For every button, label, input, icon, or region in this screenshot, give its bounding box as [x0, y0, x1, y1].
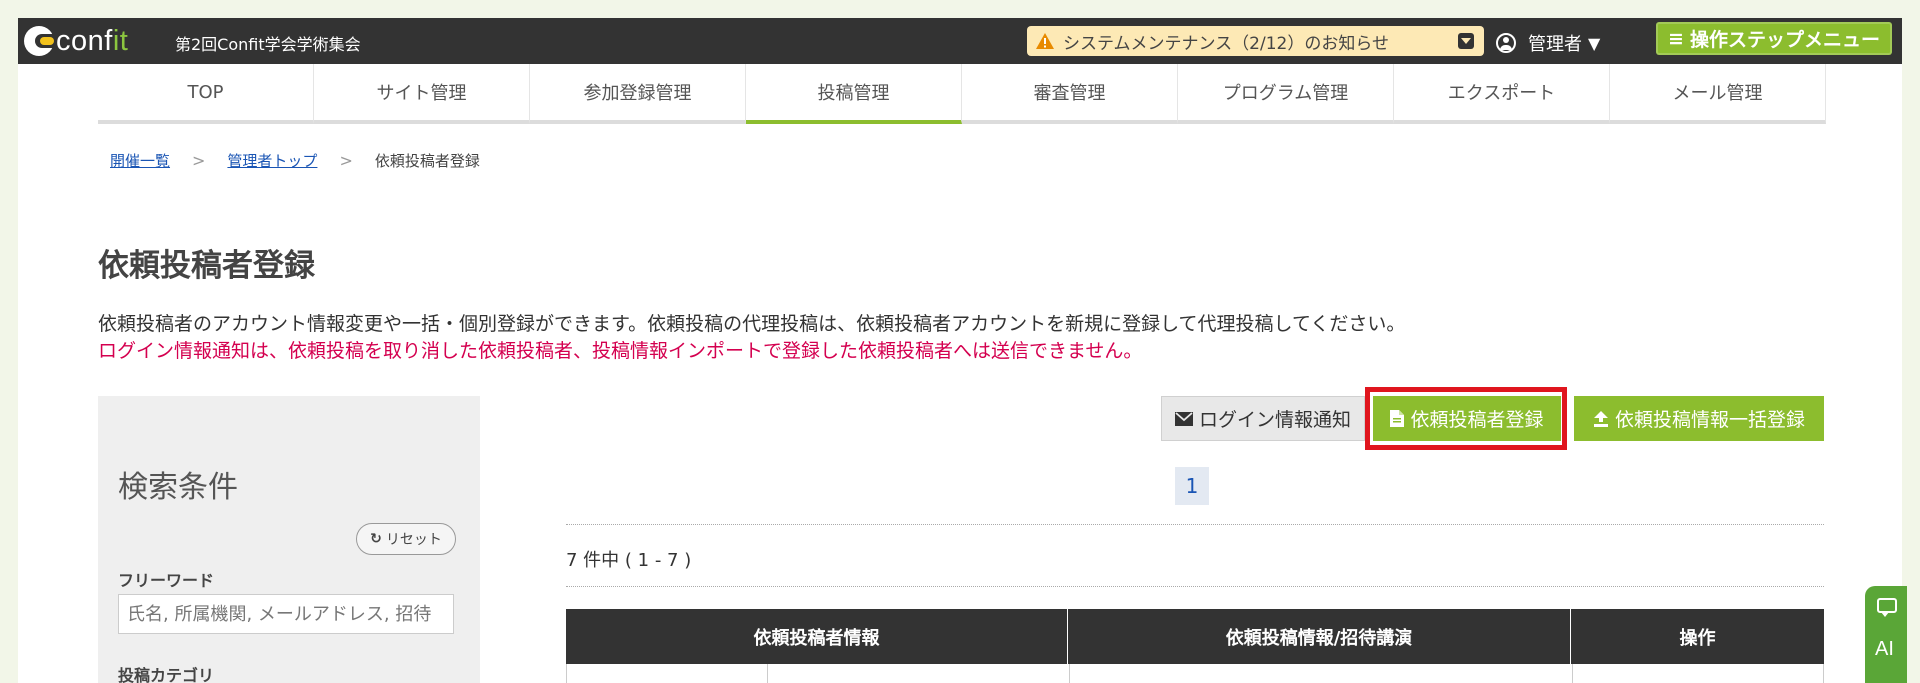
- nav-item-export[interactable]: エクスポート: [1394, 64, 1610, 124]
- page-warning: ログイン情報通知は、依頼投稿を取り消した依頼投稿者、投稿情報インポートで登録した…: [98, 340, 1143, 362]
- divider: [566, 524, 1824, 525]
- bulk-register-button[interactable]: 依頼投稿情報一括登録: [1574, 396, 1824, 441]
- table-header: 依頼投稿者情報 依頼投稿情報/招待講演 操作: [566, 609, 1824, 664]
- pagination-page[interactable]: 1: [1175, 467, 1209, 505]
- breadcrumb-separator-icon: >: [192, 151, 206, 170]
- step-menu-button[interactable]: ≡ 操作ステップメニュー: [1656, 22, 1892, 55]
- breadcrumb-current: 依頼投稿者登録: [374, 152, 480, 170]
- breadcrumb: 開催一覧 > 管理者トップ > 依頼投稿者登録: [110, 150, 480, 171]
- envelope-icon: [1174, 411, 1193, 426]
- user-icon: [1496, 33, 1516, 53]
- nav-item-registration[interactable]: 参加登録管理: [530, 64, 746, 124]
- user-menu[interactable]: 管理者 ▼: [1496, 30, 1600, 56]
- result-count: 7 件中 ( 1 - 7 ): [566, 550, 692, 571]
- bulk-register-label: 依頼投稿情報一括登録: [1614, 409, 1805, 431]
- top-bar: confit 第2回Confit学会学術集会 システムメンテナンス（2/12）の…: [18, 18, 1902, 64]
- column-header-actions: 操作: [1679, 627, 1716, 649]
- breadcrumb-link-events[interactable]: 開催一覧: [110, 150, 170, 171]
- logo-wordmark: confit: [56, 24, 129, 57]
- reset-button[interactable]: ↻ リセット: [356, 523, 456, 555]
- login-notice-label: ログイン情報通知: [1198, 409, 1351, 431]
- confit-logo-icon: [24, 26, 54, 56]
- nav-item-program[interactable]: プログラム管理: [1178, 64, 1394, 124]
- event-title: 第2回Confit学会学術集会: [175, 35, 361, 54]
- ai-chat-widget[interactable]: AI: [1865, 586, 1907, 683]
- table-row: [566, 664, 1824, 683]
- divider: [566, 586, 1824, 587]
- nav-item-review[interactable]: 審査管理: [962, 64, 1178, 124]
- register-requested-author-button[interactable]: 依頼投稿者登録: [1373, 396, 1561, 441]
- nav-item-mail[interactable]: メール管理: [1610, 64, 1826, 124]
- nav-item-site[interactable]: サイト管理: [314, 64, 530, 124]
- upload-icon: [1593, 410, 1609, 427]
- chevron-down-icon: [1458, 33, 1474, 49]
- page-title: 依頼投稿者登録: [98, 248, 315, 284]
- column-header-author-info: 依頼投稿者情報: [566, 609, 1068, 664]
- freeword-label: フリーワード: [118, 571, 215, 590]
- nav-item-top[interactable]: TOP: [98, 64, 314, 124]
- user-label: 管理者: [1528, 34, 1582, 55]
- ai-label: AI: [1875, 638, 1894, 660]
- nav-item-submission[interactable]: 投稿管理: [746, 64, 962, 124]
- app-frame: confit 第2回Confit学会学術集会 システムメンテナンス（2/12）の…: [18, 18, 1902, 683]
- search-title: 検索条件: [118, 470, 238, 505]
- refresh-icon: ↻: [370, 531, 382, 547]
- warning-icon: [1036, 33, 1054, 49]
- breadcrumb-separator-icon: >: [339, 151, 353, 170]
- step-menu-label: 操作ステップメニュー: [1689, 29, 1880, 51]
- register-label: 依頼投稿者登録: [1410, 409, 1544, 431]
- menu-icon: ≡: [1668, 27, 1684, 50]
- main-nav: TOP サイト管理 参加登録管理 投稿管理 審査管理 プログラム管理 エクスポー…: [98, 64, 1826, 124]
- search-panel: 検索条件 ↻ リセット フリーワード 投稿カテゴリ: [98, 396, 480, 683]
- reset-label: リセット: [385, 532, 442, 548]
- confit-logo[interactable]: confit: [24, 24, 128, 58]
- document-icon: [1390, 410, 1405, 427]
- chat-icon: [1877, 598, 1897, 617]
- page-description: 依頼投稿者のアカウント情報変更や一括・個別登録ができます。依頼投稿の代理投稿は、…: [98, 313, 1406, 335]
- caret-down-icon: ▼: [1588, 33, 1601, 53]
- maintenance-notice-text: システムメンテナンス（2/12）のお知らせ: [1063, 33, 1389, 54]
- column-header-submission-info: 依頼投稿情報/招待講演: [1068, 609, 1571, 664]
- breadcrumb-link-admin-top[interactable]: 管理者トップ: [227, 150, 317, 171]
- login-notice-button[interactable]: ログイン情報通知: [1161, 396, 1365, 441]
- maintenance-notice-dropdown[interactable]: システムメンテナンス（2/12）のお知らせ: [1027, 26, 1484, 56]
- category-label: 投稿カテゴリ: [118, 666, 215, 683]
- freeword-input[interactable]: [118, 594, 454, 634]
